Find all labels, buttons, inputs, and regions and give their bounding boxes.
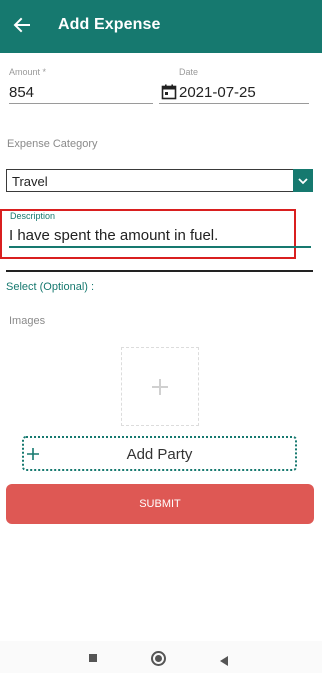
arrow-left-icon[interactable] xyxy=(10,13,34,37)
date-field[interactable]: 2021-07-25 xyxy=(179,84,256,101)
amount-field[interactable]: 854 xyxy=(9,84,34,101)
calendar-icon[interactable] xyxy=(161,84,177,100)
expense-category-value: Travel xyxy=(12,174,48,189)
select-optional-label: Select (Optional) : xyxy=(6,281,95,293)
square-icon[interactable] xyxy=(89,654,97,662)
system-nav-bar xyxy=(0,641,322,673)
amount-label: Amount * xyxy=(9,67,47,77)
section-divider xyxy=(6,270,313,272)
add-image-button[interactable] xyxy=(121,347,199,426)
description-field[interactable]: I have spent the amount in fuel. xyxy=(9,227,218,244)
expense-category-label: Expense Category xyxy=(7,138,98,150)
description-label: Description xyxy=(10,211,56,221)
amount-underline xyxy=(9,103,153,104)
add-party-button[interactable]: Add Party xyxy=(22,436,297,471)
app-bar: Add Expense xyxy=(0,0,322,53)
plus-icon xyxy=(122,348,198,425)
expense-category-select[interactable]: Travel xyxy=(6,169,313,192)
triangle-back-icon[interactable] xyxy=(219,653,229,666)
description-underline xyxy=(9,246,311,248)
chevron-down-icon[interactable] xyxy=(293,169,313,192)
circle-icon[interactable] xyxy=(151,651,166,666)
date-label: Date xyxy=(179,67,199,77)
page-title: Add Expense xyxy=(58,16,161,33)
date-underline xyxy=(159,103,309,104)
submit-button[interactable]: SUBMIT xyxy=(6,484,314,524)
images-label: Images xyxy=(9,315,46,327)
add-party-label: Add Party xyxy=(126,446,193,463)
